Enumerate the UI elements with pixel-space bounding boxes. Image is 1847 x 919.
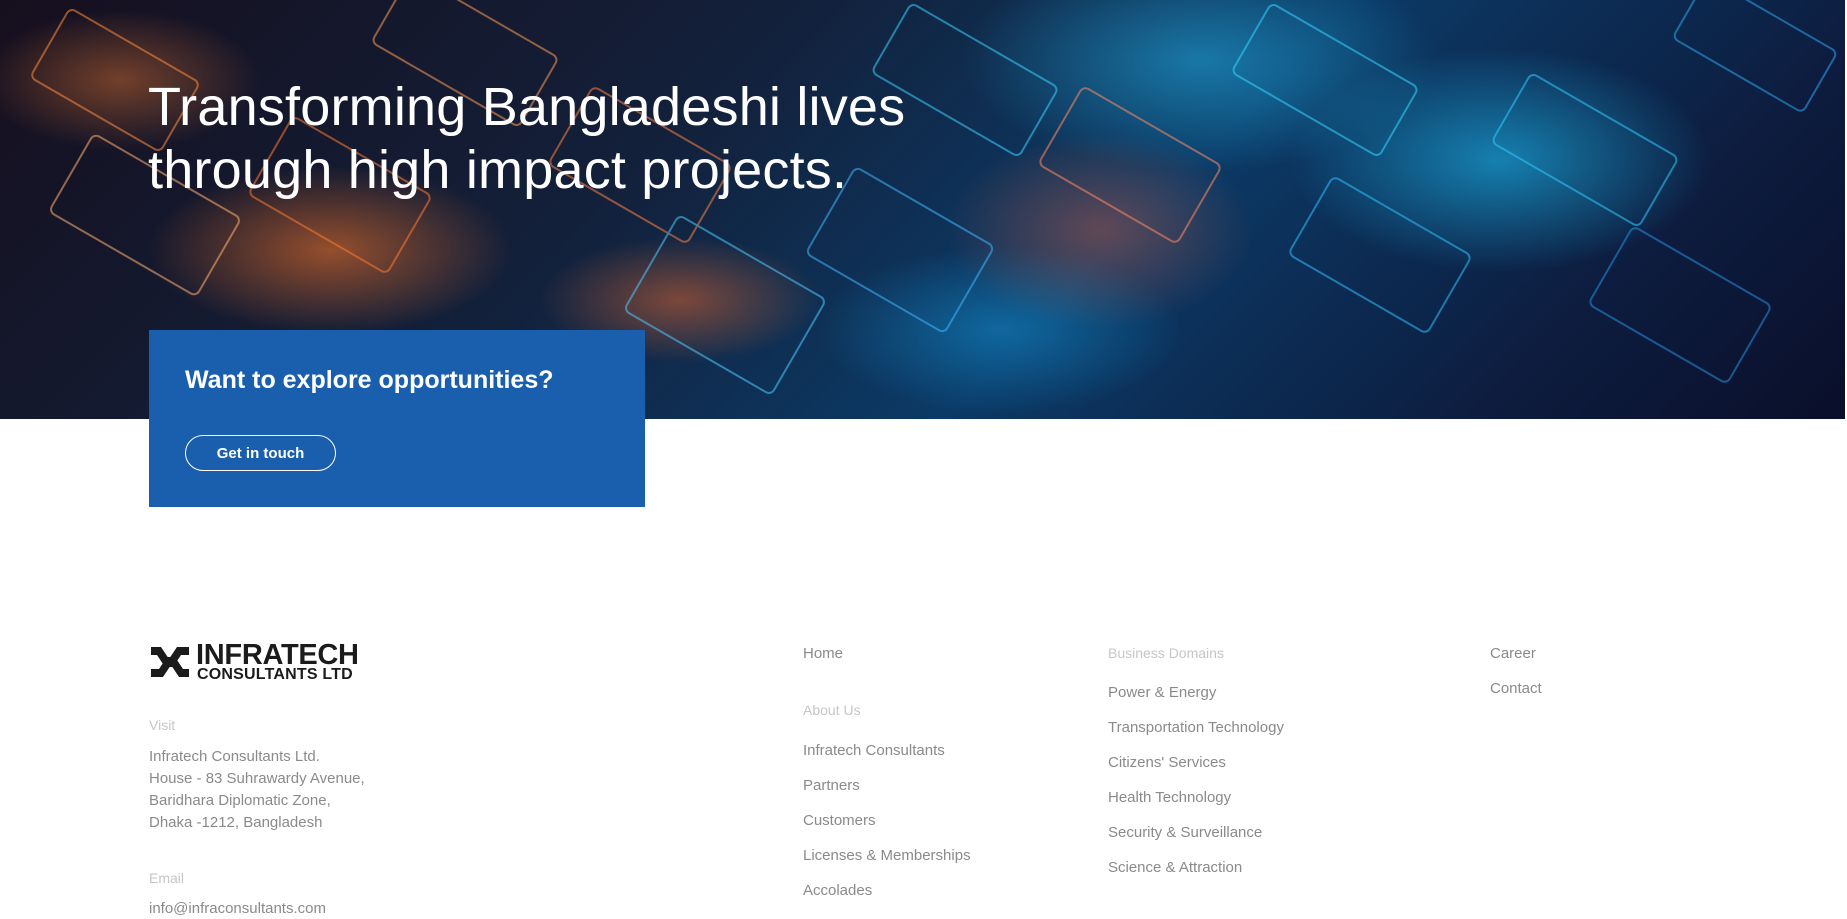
footer-link-home[interactable]: Home xyxy=(803,645,843,662)
hero-headline: Transforming Bangladeshi lives through h… xyxy=(148,76,1048,202)
cta-heading: Want to explore opportunities? xyxy=(185,366,554,394)
footer-link-career[interactable]: Career xyxy=(1490,645,1536,662)
footer-link-citizens-services[interactable]: Citizens' Services xyxy=(1108,754,1226,771)
footer-link-customers[interactable]: Customers xyxy=(803,812,876,829)
email-link[interactable]: info@infraconsultants.com xyxy=(149,900,326,917)
visit-label: Visit xyxy=(149,717,176,733)
email-label: Email xyxy=(149,870,185,886)
cta-card: Want to explore opportunities? Get in to… xyxy=(149,330,645,507)
footer-link-security-surveillance[interactable]: Security & Surveillance xyxy=(1108,824,1262,841)
footer-link-contact[interactable]: Contact xyxy=(1490,680,1542,697)
footer-link-infratech-consultants[interactable]: Infratech Consultants xyxy=(803,742,945,759)
address-block: Infratech Consultants Ltd. House - 83 Su… xyxy=(149,746,365,834)
company-logo[interactable]: INFRATECH CONSULTANTS LTD xyxy=(149,639,361,683)
logo-subtitle: CONSULTANTS LTD xyxy=(197,666,353,683)
business-domains-heading: Business Domains xyxy=(1108,645,1224,661)
footer-link-accolades[interactable]: Accolades xyxy=(803,882,872,899)
get-in-touch-button[interactable]: Get in touch xyxy=(185,435,336,471)
hero-headline-line-2: through high impact projects. xyxy=(148,140,848,200)
hero-headline-line-1: Transforming Bangladeshi lives xyxy=(148,77,906,137)
address-line: Dhaka -1212, Bangladesh xyxy=(149,814,323,831)
about-us-heading: About Us xyxy=(803,702,861,718)
address-line: House - 83 Suhrawardy Avenue, xyxy=(149,770,365,787)
footer-link-partners[interactable]: Partners xyxy=(803,777,860,794)
footer-link-licenses-memberships[interactable]: Licenses & Memberships xyxy=(803,847,971,864)
footer-link-health-technology[interactable]: Health Technology xyxy=(1108,789,1231,806)
footer-link-power-energy[interactable]: Power & Energy xyxy=(1108,684,1216,701)
address-line: Infratech Consultants Ltd. xyxy=(149,748,320,765)
footer-link-transportation-technology[interactable]: Transportation Technology xyxy=(1108,719,1284,736)
infratech-logo-mark-icon xyxy=(151,647,189,677)
footer-link-science-attraction[interactable]: Science & Attraction xyxy=(1108,859,1242,876)
address-line: Baridhara Diplomatic Zone, xyxy=(149,792,331,809)
